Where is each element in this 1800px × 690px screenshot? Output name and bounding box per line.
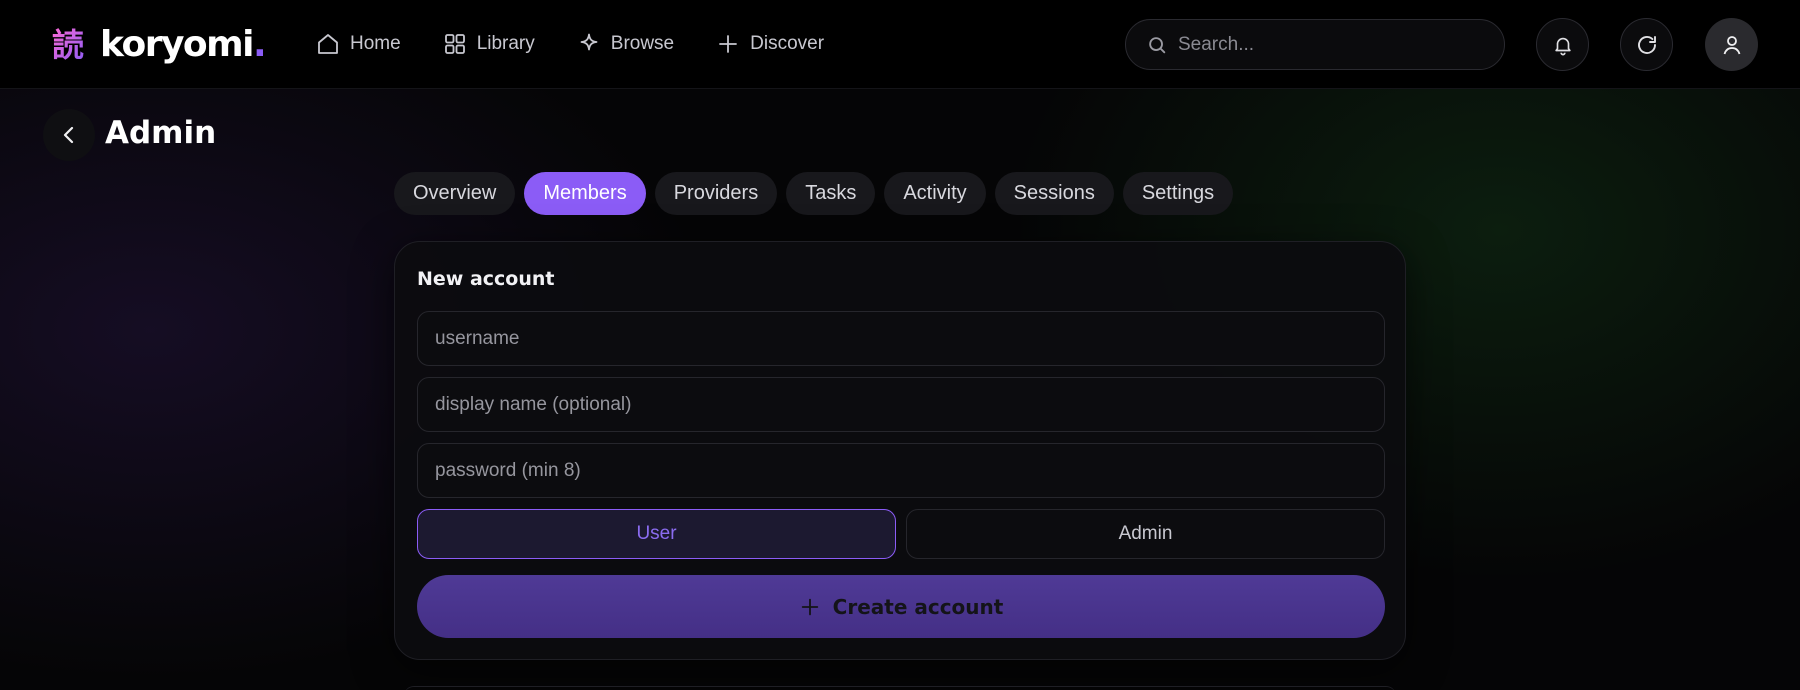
tab-members[interactable]: Members	[524, 172, 646, 215]
role-user-button[interactable]: User	[417, 509, 896, 559]
top-navbar: 読 koryomi. Home Library Browse Discover	[0, 0, 1800, 89]
avatar[interactable]	[1705, 18, 1758, 71]
brand-name: koryomi.	[100, 23, 267, 65]
admin-tabs: Overview Members Providers Tasks Activit…	[394, 172, 1234, 215]
tab-activity[interactable]: Activity	[884, 172, 986, 215]
refresh-icon	[1637, 35, 1656, 54]
svg-text:読: 読	[52, 26, 84, 62]
nav-item-discover[interactable]: Discover	[716, 32, 824, 56]
page-title: Admin	[105, 115, 217, 151]
plus-icon	[719, 35, 738, 53]
notifications-button[interactable]	[1536, 18, 1589, 71]
tab-settings[interactable]: Settings	[1122, 172, 1234, 215]
refresh-button[interactable]	[1620, 18, 1673, 71]
username-field[interactable]	[417, 311, 1385, 366]
next-card-edge	[404, 686, 1396, 690]
create-account-button[interactable]: Create account	[417, 575, 1385, 638]
chevron-left-icon	[63, 126, 74, 144]
tab-sessions[interactable]: Sessions	[994, 172, 1114, 215]
nav-item-browse[interactable]: Browse	[577, 32, 674, 56]
brand-glyph-icon: 読	[50, 26, 86, 62]
bell-icon	[1554, 37, 1571, 55]
search-icon	[1149, 36, 1166, 53]
search-box[interactable]	[1125, 19, 1505, 70]
home-icon	[318, 34, 338, 54]
tab-tasks[interactable]: Tasks	[786, 172, 876, 215]
tab-overview[interactable]: Overview	[394, 172, 516, 215]
nav-item-label: Browse	[610, 33, 675, 54]
display-name-field[interactable]	[417, 377, 1385, 432]
grid-icon	[444, 34, 465, 54]
nav-item-home[interactable]: Home	[316, 32, 401, 56]
role-admin-button[interactable]: Admin	[906, 509, 1385, 559]
nav-item-label: Library	[476, 33, 535, 54]
sparkle-icon	[580, 33, 598, 51]
create-account-label: Create account	[832, 594, 1004, 619]
nav-item-label: Home	[350, 33, 401, 54]
tab-providers[interactable]: Providers	[654, 172, 778, 215]
user-icon	[1723, 35, 1740, 54]
new-account-card: New account User Admin Create account	[394, 241, 1406, 660]
main-nav: Home Library Browse Discover	[316, 26, 824, 62]
nav-item-library[interactable]: Library	[443, 32, 535, 56]
plus-icon	[801, 598, 818, 615]
password-field[interactable]	[417, 443, 1385, 498]
brand-logo[interactable]: 読 koryomi.	[50, 20, 267, 68]
search-input[interactable]	[1178, 33, 1478, 56]
card-title: New account	[417, 268, 555, 290]
back-button[interactable]	[43, 109, 95, 161]
nav-item-label: Discover	[750, 33, 825, 54]
